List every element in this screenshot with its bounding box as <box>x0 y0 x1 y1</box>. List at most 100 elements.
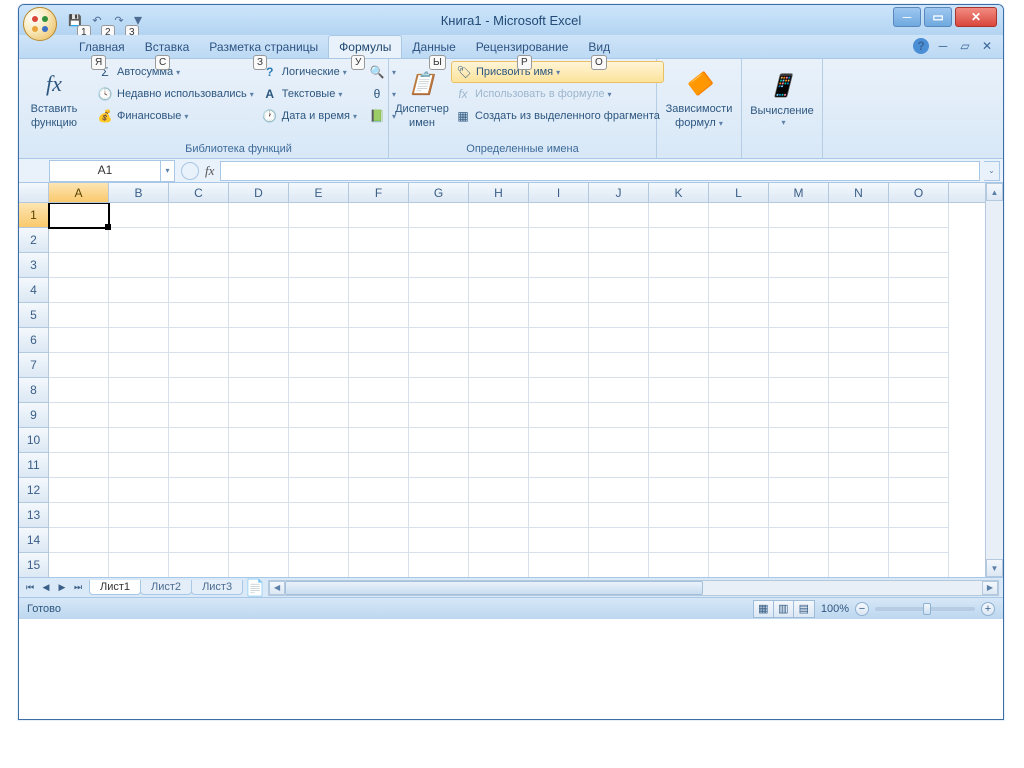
cell[interactable] <box>889 503 949 528</box>
col-header[interactable]: A <box>49 183 109 202</box>
cell[interactable] <box>829 328 889 353</box>
scroll-up-icon[interactable]: ▲ <box>986 183 1003 201</box>
cell[interactable] <box>829 228 889 253</box>
cell[interactable] <box>349 503 409 528</box>
formula-auditing-button[interactable]: 🔶 Зависимости формул▾ <box>661 61 737 137</box>
cell[interactable] <box>889 278 949 303</box>
cell[interactable] <box>889 428 949 453</box>
cell[interactable] <box>169 253 229 278</box>
cell[interactable] <box>409 353 469 378</box>
cell[interactable] <box>289 378 349 403</box>
cell[interactable] <box>649 553 709 577</box>
scroll-right-icon[interactable]: ▶ <box>982 581 998 595</box>
scroll-left-icon[interactable]: ◀ <box>269 581 285 595</box>
cell[interactable] <box>709 453 769 478</box>
col-header[interactable]: O <box>889 183 949 202</box>
cell[interactable] <box>709 428 769 453</box>
calculation-button[interactable]: 📱 Вычисление ▾ <box>746 61 818 137</box>
cell[interactable] <box>829 303 889 328</box>
vertical-scrollbar[interactable]: ▲ ▼ <box>985 183 1003 577</box>
row-header[interactable]: 13 <box>19 503 49 528</box>
cell[interactable] <box>49 553 109 577</box>
use-in-formula-button[interactable]: fxИспользовать в формуле▾ <box>451 83 664 105</box>
cell[interactable] <box>589 253 649 278</box>
cell[interactable] <box>769 278 829 303</box>
cell[interactable] <box>889 328 949 353</box>
cell[interactable] <box>829 553 889 577</box>
cell[interactable] <box>289 478 349 503</box>
cell[interactable] <box>109 228 169 253</box>
cell[interactable] <box>349 553 409 577</box>
cell[interactable] <box>589 453 649 478</box>
cell[interactable] <box>889 403 949 428</box>
cell[interactable] <box>349 228 409 253</box>
cell[interactable] <box>49 253 109 278</box>
col-header[interactable]: N <box>829 183 889 202</box>
cell[interactable] <box>169 228 229 253</box>
cell[interactable] <box>229 503 289 528</box>
row-header[interactable]: 10 <box>19 428 49 453</box>
cell[interactable] <box>769 253 829 278</box>
cell[interactable] <box>49 378 109 403</box>
zoom-in-button[interactable]: + <box>981 602 995 616</box>
cell[interactable] <box>649 228 709 253</box>
col-header[interactable]: F <box>349 183 409 202</box>
cell[interactable] <box>829 478 889 503</box>
cell[interactable] <box>769 328 829 353</box>
cell[interactable] <box>109 203 169 228</box>
cell[interactable] <box>769 228 829 253</box>
formula-bar[interactable] <box>220 161 980 181</box>
cell[interactable] <box>409 378 469 403</box>
cell[interactable] <box>289 503 349 528</box>
cell[interactable] <box>769 553 829 577</box>
row-header[interactable]: 12 <box>19 478 49 503</box>
cell[interactable] <box>289 278 349 303</box>
cell[interactable] <box>469 278 529 303</box>
doc-minimize-icon[interactable]: ─ <box>935 38 951 54</box>
cell[interactable] <box>349 203 409 228</box>
cell[interactable] <box>169 403 229 428</box>
cell[interactable] <box>769 203 829 228</box>
row-header[interactable]: 5 <box>19 303 49 328</box>
office-button[interactable] <box>23 7 57 41</box>
vscroll-track[interactable] <box>986 201 1003 559</box>
cell[interactable] <box>469 503 529 528</box>
cell[interactable] <box>49 453 109 478</box>
zoom-thumb[interactable] <box>923 603 931 615</box>
cell[interactable] <box>589 428 649 453</box>
cell[interactable] <box>649 428 709 453</box>
cell[interactable] <box>289 403 349 428</box>
prev-sheet-button[interactable]: ◀ <box>38 580 54 596</box>
assign-name-button[interactable]: 🏷Присвоить имя▾ <box>451 61 664 83</box>
cell[interactable] <box>289 228 349 253</box>
formula-bar-expand[interactable]: ⌄ <box>984 161 1000 181</box>
cell[interactable] <box>349 428 409 453</box>
row-header[interactable]: 9 <box>19 403 49 428</box>
cell[interactable] <box>589 353 649 378</box>
cell[interactable] <box>349 403 409 428</box>
cancel-entry-icon[interactable] <box>181 162 199 180</box>
cell[interactable] <box>529 378 589 403</box>
col-header[interactable]: I <box>529 183 589 202</box>
cell[interactable] <box>649 353 709 378</box>
cell[interactable] <box>589 553 649 577</box>
cell[interactable] <box>409 553 469 577</box>
select-all-corner[interactable] <box>19 183 49 202</box>
cell[interactable] <box>589 228 649 253</box>
cell[interactable] <box>889 378 949 403</box>
cell[interactable] <box>529 303 589 328</box>
row-header[interactable]: 4 <box>19 278 49 303</box>
cell[interactable] <box>289 203 349 228</box>
name-box[interactable]: A1 <box>50 161 160 181</box>
cell[interactable] <box>349 303 409 328</box>
recent-button[interactable]: 🕓Недавно использовались▾ <box>93 83 258 105</box>
cell[interactable] <box>589 478 649 503</box>
cell[interactable] <box>769 453 829 478</box>
normal-view-button[interactable]: ▦ <box>754 601 774 617</box>
cell[interactable] <box>829 528 889 553</box>
cell[interactable] <box>769 303 829 328</box>
tab-formulas[interactable]: Формулы <box>328 35 402 58</box>
cell[interactable] <box>109 403 169 428</box>
cell[interactable] <box>709 253 769 278</box>
cell[interactable] <box>529 253 589 278</box>
